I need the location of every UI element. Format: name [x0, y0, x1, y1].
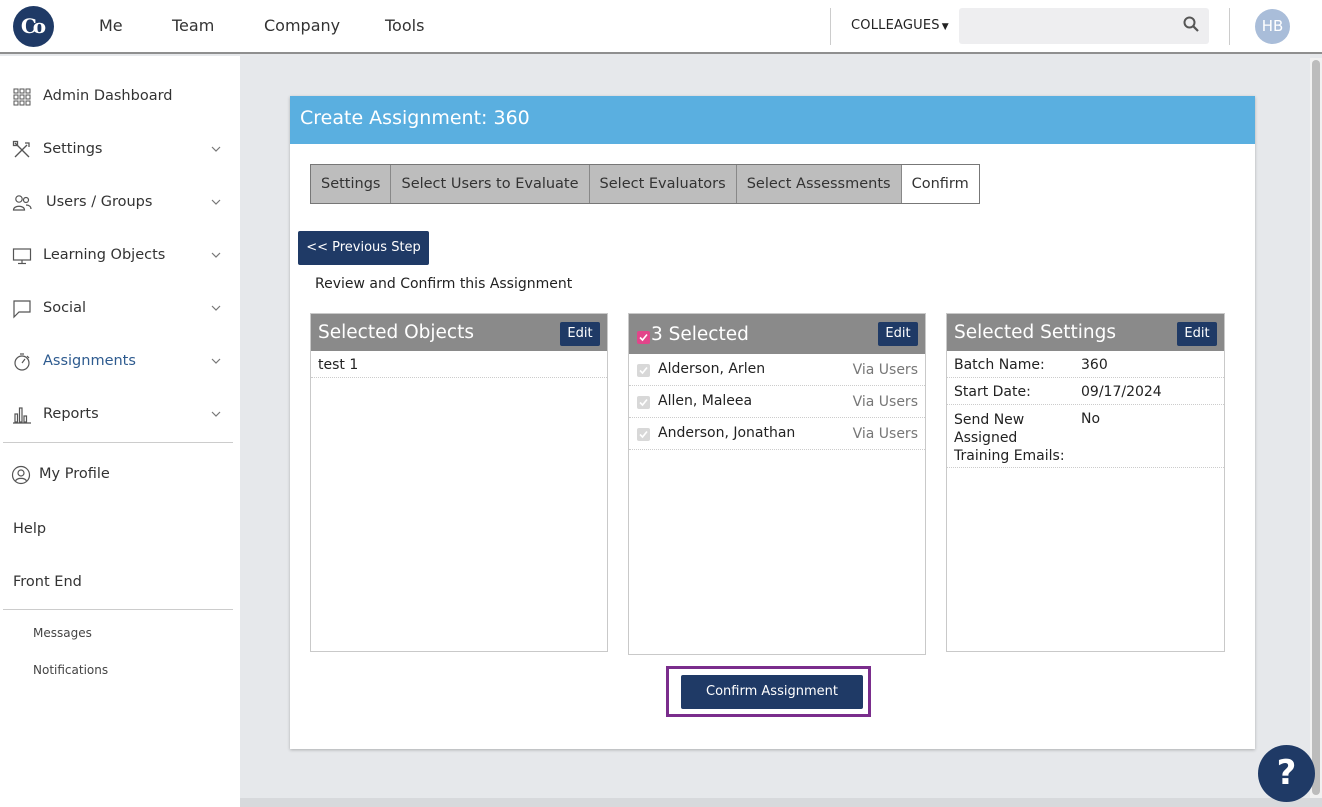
help-button[interactable]: ?: [1258, 745, 1315, 802]
sidebar-item-label: Assignments: [43, 353, 136, 369]
list-item: test 1: [311, 351, 607, 378]
tools-icon: [12, 140, 30, 158]
edit-objects-button[interactable]: Edit: [560, 322, 600, 346]
user-checkbox[interactable]: [637, 428, 650, 441]
setting-label: Send New Assigned Training Emails:: [954, 412, 1065, 464]
scrollbar-thumb[interactable]: [1312, 60, 1320, 795]
search-input[interactable]: [959, 8, 1209, 44]
tab-settings[interactable]: Settings: [311, 165, 392, 203]
setting-value: No: [1081, 411, 1101, 427]
review-instructions: Review and Confirm this Assignment: [315, 276, 573, 292]
create-assignment-panel: Create Assignment: 360 Settings Select U…: [290, 96, 1255, 749]
sidebar-item-label: Reports: [43, 406, 99, 422]
tab-select-users[interactable]: Select Users to Evaluate: [391, 165, 590, 203]
bar-chart-icon: [13, 407, 31, 424]
sidebar-item-label: Settings: [43, 141, 103, 157]
table-row: Alderson, Arlen Via Users: [629, 354, 925, 386]
sidebar-item-reports[interactable]: Reports: [0, 400, 240, 430]
tab-select-evaluators[interactable]: Select Evaluators: [589, 165, 737, 203]
user-circle-icon: [11, 465, 31, 485]
user-checkbox[interactable]: [637, 396, 650, 409]
user-source: Via Users: [852, 362, 918, 378]
nav-company[interactable]: Company: [264, 16, 340, 35]
sidebar-item-label: Front End: [13, 574, 82, 590]
sidebar-item-users-groups[interactable]: Users / Groups: [0, 188, 240, 218]
sidebar-item-label: Help: [13, 521, 47, 537]
user-source: Via Users: [852, 426, 918, 442]
nav-tools[interactable]: Tools: [385, 16, 424, 35]
chat-icon: [13, 300, 31, 319]
tab-select-assessments[interactable]: Select Assessments: [736, 165, 902, 203]
company-logo[interactable]: Co: [13, 6, 54, 47]
page-scrollbar[interactable]: [1310, 58, 1322, 798]
sidebar-divider: [3, 442, 233, 443]
sidebar-divider: [3, 609, 233, 610]
setting-label: Start Date:: [954, 384, 1031, 400]
avatar[interactable]: HB: [1255, 9, 1290, 44]
search-scope-label: COLLEAGUES: [851, 18, 940, 33]
nav-divider: [830, 8, 831, 45]
chevron-down-icon: [211, 358, 221, 364]
chevron-down-icon: [211, 305, 221, 311]
chevron-down-icon: [211, 146, 221, 152]
stopwatch-icon: [14, 353, 30, 371]
user-checkbox[interactable]: [637, 364, 650, 377]
sidebar-item-social[interactable]: Social: [0, 294, 240, 324]
setting-value: 09/17/2024: [1081, 384, 1162, 400]
wizard-tabs: Settings Select Users to Evaluate Select…: [310, 164, 980, 204]
selected-users-box: 3 Selected Edit Alderson, Arlen Via User…: [628, 313, 926, 655]
user-name: Alderson, Arlen: [658, 361, 766, 377]
chevron-down-icon: [211, 252, 221, 258]
sidebar-item-label: Social: [43, 300, 86, 316]
nav-team[interactable]: Team: [172, 16, 214, 35]
sidebar-link-messages[interactable]: Messages: [33, 626, 92, 640]
sidebar-link-notifications[interactable]: Notifications: [33, 663, 108, 677]
sidebar-item-help[interactable]: Help: [0, 515, 240, 545]
nav-divider: [1229, 8, 1230, 45]
sidebar-item-admin-dashboard[interactable]: Admin Dashboard: [0, 82, 240, 112]
search-icon[interactable]: [1183, 16, 1199, 32]
table-row: Send New Assigned Training Emails: No: [947, 405, 1224, 468]
sidebar-item-settings[interactable]: Settings: [0, 135, 240, 165]
page-footer: [240, 798, 1322, 807]
edit-users-button[interactable]: Edit: [878, 322, 918, 346]
sidebar-item-label: Admin Dashboard: [43, 88, 173, 104]
user-name: Allen, Maleea: [658, 393, 753, 409]
previous-step-button[interactable]: << Previous Step: [298, 231, 429, 265]
user-name: Anderson, Jonathan: [658, 425, 796, 441]
grid-icon: [13, 88, 31, 106]
table-row: Start Date: 09/17/2024: [947, 378, 1224, 405]
box-title: 3 Selected: [651, 324, 749, 345]
table-row: Allen, Maleea Via Users: [629, 386, 925, 418]
sidebar-item-learning-objects[interactable]: Learning Objects: [0, 241, 240, 271]
tab-confirm[interactable]: Confirm: [901, 165, 979, 203]
chevron-down-icon: [211, 411, 221, 417]
nav-me[interactable]: Me: [99, 16, 123, 35]
table-row: Anderson, Jonathan Via Users: [629, 418, 925, 450]
table-row: Batch Name: 360: [947, 351, 1224, 378]
selected-settings-box: Selected Settings Edit Batch Name: 360 S…: [946, 313, 1225, 652]
monitor-icon: [12, 248, 32, 265]
setting-label: Batch Name:: [954, 357, 1045, 373]
sidebar-item-my-profile[interactable]: My Profile: [0, 460, 240, 490]
top-nav-bar: Co Me Team Company Tools COLLEAGUES ▼ HB: [0, 0, 1322, 54]
caret-down-icon: ▼: [941, 22, 949, 32]
selected-objects-box: Selected Objects Edit test 1: [310, 313, 608, 652]
sidebar-item-front-end[interactable]: Front End: [0, 568, 240, 598]
panel-title: Create Assignment: 360: [290, 96, 1255, 144]
user-source: Via Users: [852, 394, 918, 410]
setting-value: 360: [1081, 357, 1108, 373]
confirm-assignment-button[interactable]: Confirm Assignment: [681, 675, 863, 709]
chevron-down-icon: [211, 199, 221, 205]
sidebar: Admin Dashboard Settings Users / Groups: [0, 56, 240, 807]
search-scope-dropdown[interactable]: COLLEAGUES ▼: [851, 18, 949, 33]
object-name: test 1: [318, 357, 359, 373]
users-icon: [12, 195, 32, 211]
sidebar-item-label: Users / Groups: [46, 194, 153, 210]
sidebar-item-label: Learning Objects: [43, 247, 166, 263]
sidebar-item-label: My Profile: [39, 466, 110, 482]
edit-settings-button[interactable]: Edit: [1177, 322, 1217, 346]
select-all-checkbox[interactable]: [637, 331, 650, 344]
sidebar-item-assignments[interactable]: Assignments: [0, 347, 240, 377]
